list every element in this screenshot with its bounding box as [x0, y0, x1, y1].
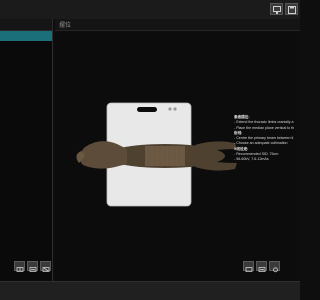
- animal-figure: [76, 141, 237, 171]
- top-toolbar: [0, 0, 300, 19]
- save-button[interactable]: [285, 3, 298, 15]
- save-icon: [288, 6, 296, 14]
- rotate-icon: [258, 267, 266, 272]
- add-button[interactable]: [14, 261, 25, 272]
- zoom-button[interactable]: [243, 261, 254, 272]
- selected-study-row[interactable]: [0, 31, 52, 41]
- bottom-bar: [0, 281, 300, 300]
- study-list-panel: [0, 19, 53, 281]
- settings-button[interactable]: [269, 261, 280, 273]
- instruction-line: - Extend the thoracic limbs cranially a: [234, 120, 294, 125]
- instruction-line: - Place the median plane vertical to th: [234, 125, 295, 130]
- delete-icon: [42, 267, 50, 272]
- delete-button[interactable]: [40, 261, 51, 272]
- monitor-button[interactable]: [270, 3, 283, 15]
- add-icon: [16, 267, 24, 272]
- monitor-icon: [273, 6, 281, 14]
- view-button[interactable]: [27, 261, 38, 272]
- positioning-instructions: 患者摆位: - Extend the thoracic limbs crania…: [234, 115, 304, 163]
- rotate-button[interactable]: [256, 261, 267, 272]
- instruction-line: - 56-60kV, 7.6-12mAs: [234, 157, 269, 162]
- study-list-header: [0, 19, 52, 31]
- gear-icon: [273, 267, 278, 273]
- zoom-icon: [245, 267, 253, 272]
- image-icon: [29, 267, 37, 272]
